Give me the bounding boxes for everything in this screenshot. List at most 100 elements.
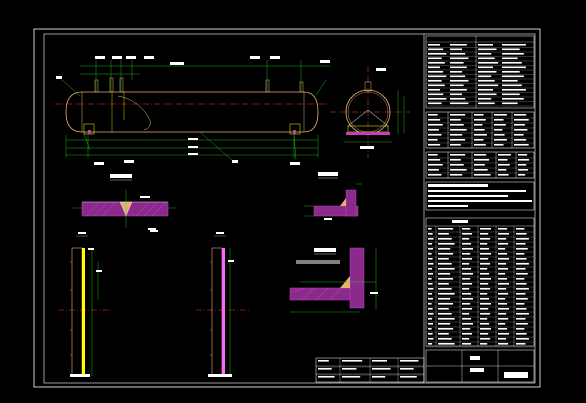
table-cell-text	[450, 48, 462, 51]
table-cell-text	[462, 258, 473, 260]
table-cell-text	[474, 124, 483, 126]
table-cell-text	[428, 293, 433, 295]
table-cell-text	[498, 238, 507, 240]
table-cell-text	[450, 139, 466, 141]
table-cell-text	[428, 134, 442, 136]
table-cell-text	[480, 283, 489, 285]
table-cell-text	[478, 62, 499, 64]
table-cell-text	[498, 293, 509, 295]
table-cell-text	[480, 298, 490, 300]
table-cell-text	[428, 263, 434, 265]
table-cell-text	[400, 376, 417, 378]
table-cell-text	[450, 144, 461, 146]
table-cell-text	[462, 328, 471, 330]
table-cell-text	[462, 283, 473, 285]
table-cell-text	[428, 124, 443, 126]
table-cell-text	[428, 159, 441, 161]
table-cell-text	[516, 323, 528, 325]
table-cell-text	[474, 174, 491, 176]
table-cell-text	[450, 159, 461, 161]
table-cell-text	[428, 333, 433, 335]
table-cell-text	[502, 71, 520, 73]
table-cell-text	[428, 318, 433, 320]
table-cell-text	[478, 93, 497, 96]
table-cell-text	[450, 93, 462, 96]
table-cell-text	[462, 228, 471, 230]
table-cell-text	[462, 268, 472, 270]
table-cell-text	[516, 313, 529, 315]
table-cell-text	[438, 313, 452, 315]
table-cell-text	[438, 338, 452, 340]
table-cell-text	[498, 228, 508, 230]
table-cell-text	[494, 114, 507, 116]
table-cell-text	[318, 360, 329, 362]
table-cell-text	[498, 303, 508, 305]
table-cell-text	[498, 164, 510, 166]
table-cell-text	[516, 233, 527, 235]
table-cell-text	[480, 263, 491, 265]
table-cell-text	[428, 288, 434, 290]
table-cell-text	[428, 98, 447, 100]
table-cell-text	[478, 53, 492, 55]
table-cell-text	[478, 80, 495, 82]
table-cell-text	[318, 376, 335, 378]
table-cell-text	[450, 154, 466, 156]
table-cell-text	[372, 360, 387, 362]
table-cell-text	[516, 318, 526, 320]
table-cell-text	[516, 253, 525, 255]
table-cell-text	[480, 318, 488, 320]
table-cell-text	[428, 84, 445, 87]
table-cell-text	[474, 154, 487, 156]
table-cell-text	[428, 283, 433, 285]
table-cell-text	[438, 343, 455, 345]
table-cell-text	[494, 124, 506, 126]
table-cell-text	[502, 44, 526, 46]
table-cell-text	[428, 243, 433, 245]
table-cell-text	[480, 323, 490, 325]
table-cell-text	[498, 283, 509, 285]
table-cell-text	[518, 154, 528, 156]
table-cell-text	[516, 288, 529, 290]
table-cell-text	[480, 233, 489, 235]
table-cell-text	[502, 57, 518, 60]
table-cell-text	[478, 57, 495, 60]
table-cell-text	[428, 323, 433, 325]
table-cell-text	[450, 53, 466, 55]
table-cell-text	[462, 263, 470, 265]
table-cell-text	[428, 80, 442, 82]
table-cell-text	[498, 318, 509, 320]
table-cell-text	[428, 308, 433, 310]
table-cell-text	[516, 343, 526, 345]
table-cell-text	[400, 360, 419, 362]
table-cell-text	[428, 154, 438, 156]
table-cell-text	[498, 273, 506, 275]
table-cell-text	[462, 323, 473, 325]
table-cell-text	[372, 376, 386, 378]
table-cell-text	[478, 75, 492, 78]
table-cell-text	[450, 44, 467, 46]
table-cell-text	[428, 174, 442, 176]
table-cell-text	[502, 75, 524, 78]
table-cell-text	[480, 228, 491, 230]
table-cell-text	[428, 44, 440, 46]
table-cell-text	[494, 144, 504, 146]
table-cell-text	[450, 57, 469, 60]
table-cell-text	[462, 278, 471, 280]
table-cell-text	[498, 248, 506, 250]
table-cell-text	[516, 258, 527, 260]
table-cell-text	[498, 333, 509, 335]
table-cell-text	[428, 343, 433, 345]
table-cell-text	[498, 288, 507, 290]
cad-drawing-canvas	[0, 0, 586, 403]
table-cell-text	[450, 66, 467, 69]
table-cell-text	[450, 80, 469, 82]
table-cell-text	[474, 139, 484, 141]
table-cell-text	[428, 238, 434, 240]
table-cell-text	[502, 89, 526, 91]
table-cell-text	[428, 298, 433, 300]
table-cell-text	[478, 98, 492, 100]
table-cell-text	[498, 233, 509, 235]
table-cell-text	[494, 139, 507, 141]
table-cell-text	[480, 328, 491, 330]
table-cell-text	[514, 139, 527, 141]
